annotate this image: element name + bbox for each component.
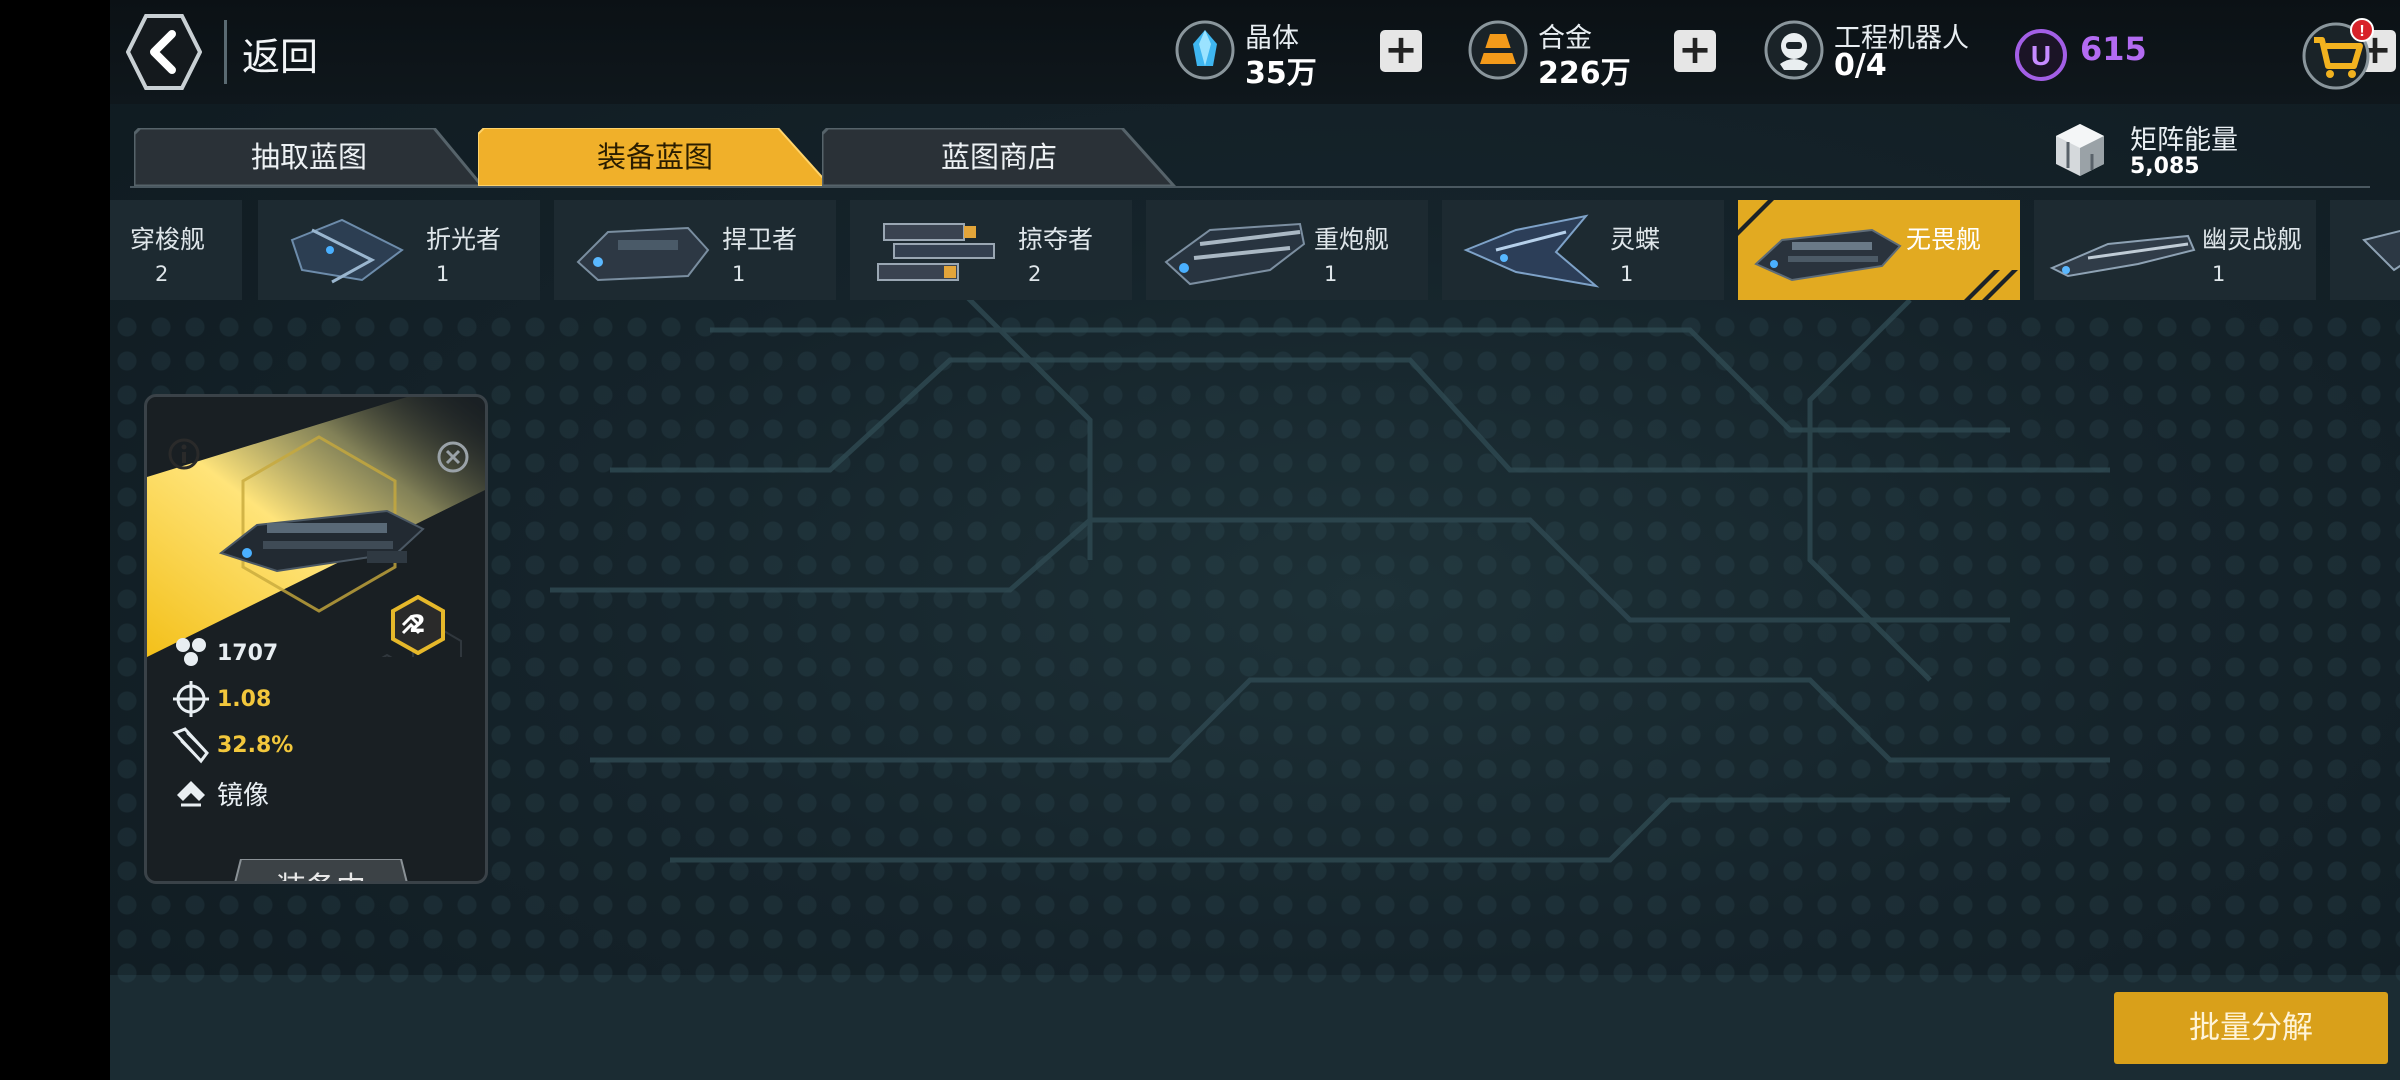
- tab-equip-blueprint[interactable]: 装备蓝图: [478, 128, 832, 186]
- resource-alloy: 合金 226万: [1468, 14, 1631, 91]
- crystal-value: 35万: [1245, 56, 1317, 91]
- alloy-value: 226万: [1538, 56, 1631, 91]
- robot-value: 0/4: [1834, 48, 1887, 83]
- ship-item-defender[interactable]: 捍卫者 1: [554, 200, 836, 300]
- stat-value: 1.08: [217, 687, 272, 712]
- ship-count: 1: [2212, 262, 2226, 286]
- cube-icon: [2056, 124, 2104, 176]
- ship-refractor-icon: [290, 218, 404, 284]
- tab-label: 抽取蓝图: [250, 140, 367, 174]
- tab-blueprint-shop[interactable]: 蓝图商店: [822, 128, 1176, 186]
- info-icon[interactable]: [167, 437, 201, 471]
- tab-underline: [130, 186, 2370, 188]
- equipped-status: 装备中: [231, 859, 411, 881]
- skill-name: 镜像: [217, 781, 270, 811]
- robot-icon: [1764, 20, 1824, 80]
- ship-count: 1: [436, 262, 450, 286]
- missile-icon: [172, 727, 209, 764]
- ship-dreadnought-icon: [1754, 228, 1902, 282]
- u-currency-value: 615: [2080, 30, 2147, 68]
- matrix-energy: 矩阵能量 5,085: [2050, 116, 2350, 186]
- hull-icon: [176, 638, 206, 666]
- ship-item-dreadnought[interactable]: 无畏舰: [1738, 200, 2020, 300]
- ship-item-partial[interactable]: [2330, 200, 2400, 300]
- blueprint-card[interactable]: 2 1707 1.08 32.8% 镜像: [144, 394, 488, 884]
- add-alloy-button[interactable]: +: [1674, 30, 1716, 72]
- crystal-icon: [1175, 20, 1235, 80]
- ship-item-heavy-cannon[interactable]: 重炮舰 1: [1146, 200, 1428, 300]
- resource-robot: 工程机器人 0/4: [1764, 14, 2004, 90]
- level-value: 2: [409, 610, 426, 638]
- ship-name: 幽灵战舰: [2202, 225, 2303, 254]
- stat-value: 1707: [217, 641, 279, 666]
- shop-cart-icon[interactable]: !: [2300, 16, 2376, 92]
- back-label[interactable]: 返回: [242, 26, 318, 81]
- ship-raider-icon: [877, 223, 995, 281]
- ship-name: 重炮舰: [1314, 225, 1390, 254]
- ship-item-ghost[interactable]: 幽灵战舰 1: [2034, 200, 2316, 300]
- ship-name: 捍卫者: [722, 225, 798, 254]
- matrix-energy-label: 矩阵能量: [2130, 125, 2238, 156]
- alloy-icon: [1468, 20, 1528, 80]
- ship-name: 灵蝶: [1610, 225, 1661, 254]
- ship-butterfly-icon: [1463, 214, 1600, 288]
- ship-name: 无畏舰: [1906, 225, 1982, 254]
- game-screen: 返回 晶体 35万 + 合金 226万 + 工程机器人 0/4 U 615 + …: [110, 0, 2400, 1080]
- ship-heavy-cannon-icon: [1164, 222, 1306, 286]
- ship-count: 2: [1028, 262, 1042, 286]
- ship-item-shuttle[interactable]: 穿梭舰 2: [110, 200, 242, 300]
- stat-value: 32.8%: [217, 733, 294, 758]
- resource-crystal: 晶体 35万: [1175, 14, 1317, 91]
- svg-text:!: !: [2359, 23, 2364, 40]
- bulk-decompose-button[interactable]: 批量分解: [2114, 992, 2388, 1064]
- ship-type-list[interactable]: 穿梭舰 2 折光者 1 捍卫者 1 掠夺者 2 重炮舰 1 灵蝶 1 无畏舰 幽…: [110, 198, 2400, 306]
- back-separator: [224, 20, 227, 84]
- ship-defender-icon: [576, 226, 710, 282]
- ship-partial-icon: [2362, 229, 2400, 272]
- back-arrow-icon[interactable]: [126, 12, 202, 92]
- top-bar: 返回 晶体 35万 + 合金 226万 + 工程机器人 0/4 U 615 +: [110, 0, 2400, 104]
- tab-label: 蓝图商店: [940, 140, 1057, 174]
- ship-name: 穿梭舰: [130, 225, 206, 254]
- ship-item-raider[interactable]: 掠夺者 2: [850, 200, 1132, 300]
- svg-text:U: U: [2031, 40, 2051, 71]
- close-icon[interactable]: [435, 439, 471, 475]
- ship-name: 掠夺者: [1018, 225, 1094, 254]
- ship-name: 折光者: [426, 225, 502, 254]
- ship-count: 1: [732, 262, 746, 286]
- ship-count: 2: [155, 262, 169, 286]
- tab-draw-blueprint[interactable]: 抽取蓝图: [134, 128, 484, 186]
- ship-ghost-icon: [2049, 234, 2196, 278]
- crosshair-icon: [173, 681, 209, 717]
- matrix-energy-value: 5,085: [2130, 154, 2200, 179]
- equipped-label: 装备中: [231, 863, 411, 881]
- ship-item-butterfly[interactable]: 灵蝶 1: [1442, 200, 1724, 300]
- add-crystal-button[interactable]: +: [1380, 30, 1422, 72]
- tab-label: 装备蓝图: [596, 140, 713, 174]
- mirror-skill-icon: [177, 781, 205, 807]
- dreadnought-ship-image: [218, 509, 425, 573]
- ship-item-refractor[interactable]: 折光者 1: [258, 200, 540, 300]
- u-currency-icon: U: [2015, 29, 2067, 81]
- ship-count: 1: [1324, 262, 1338, 286]
- ship-count: 1: [1620, 262, 1634, 286]
